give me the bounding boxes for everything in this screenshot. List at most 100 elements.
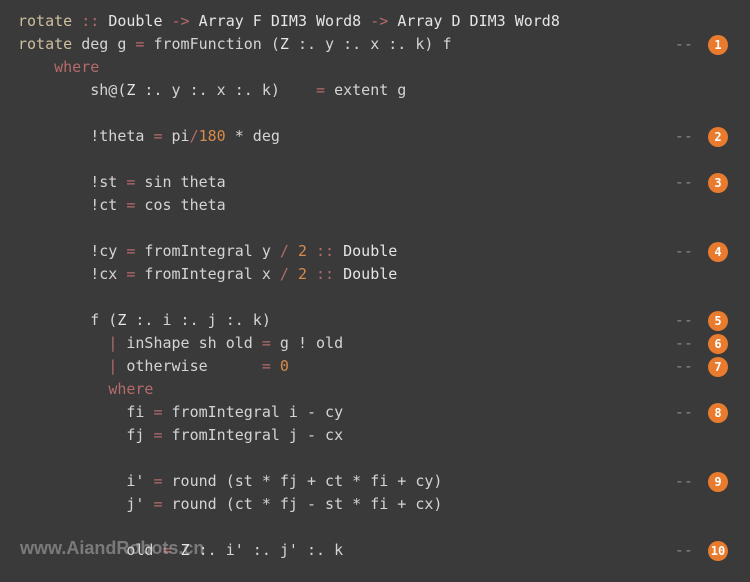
code-line-content: where bbox=[18, 378, 732, 401]
code-token: Double bbox=[343, 242, 397, 260]
code-line: j' = round (ct * fj - st * fi + cx) bbox=[18, 493, 732, 516]
code-line: sh@(Z :. y :. x :. k) = extent g bbox=[18, 79, 732, 102]
code-token: extent g bbox=[325, 81, 406, 99]
code-line: !theta = pi/180 * deg-- 2 bbox=[18, 125, 732, 148]
code-line bbox=[18, 102, 732, 125]
code-token bbox=[172, 541, 181, 559]
code-line bbox=[18, 516, 732, 539]
code-line-content: !cy = fromIntegral y / 2 :: Double bbox=[18, 240, 675, 263]
code-line-content bbox=[18, 516, 732, 539]
code-line: !ct = cos theta bbox=[18, 194, 732, 217]
code-token: sh@( bbox=[18, 81, 126, 99]
annotation-marker: -- 3 bbox=[675, 171, 732, 194]
code-token: 2 bbox=[298, 265, 307, 283]
code-token: fj bbox=[18, 426, 153, 444]
code-token: / bbox=[280, 265, 289, 283]
code-token: cos theta bbox=[135, 196, 225, 214]
code-line bbox=[18, 217, 732, 240]
code-token: = bbox=[262, 334, 271, 352]
code-token: fromIntegral y bbox=[135, 242, 280, 260]
annotation-dash: -- bbox=[675, 355, 702, 378]
code-line: !cy = fromIntegral y / 2 :: Double-- 4 bbox=[18, 240, 732, 263]
annotation-badge: 4 bbox=[708, 242, 728, 262]
code-token bbox=[289, 265, 298, 283]
code-token: Z bbox=[181, 541, 190, 559]
code-token: = bbox=[153, 403, 162, 421]
code-line-content: !cx = fromIntegral x / 2 :: Double bbox=[18, 263, 732, 286]
code-token: -> bbox=[370, 12, 388, 30]
code-token: i' bbox=[18, 472, 153, 490]
code-token: where bbox=[108, 380, 153, 398]
code-token: round (ct * fj - st * fi + cx) bbox=[163, 495, 443, 513]
code-token: otherwise bbox=[117, 357, 262, 375]
code-token: | bbox=[108, 357, 117, 375]
code-token bbox=[18, 334, 108, 352]
code-token: Array D DIM3 Word8 bbox=[397, 12, 560, 30]
code-token: rotate bbox=[18, 35, 72, 53]
code-token: g ! old bbox=[271, 334, 343, 352]
annotation-dash: -- bbox=[675, 125, 702, 148]
code-token: fi bbox=[18, 403, 153, 421]
code-token: -> bbox=[172, 12, 190, 30]
code-token: :. y :. x :. k) bbox=[135, 81, 316, 99]
code-line-content: where bbox=[18, 56, 732, 79]
code-token: :. y :. x :. k) f bbox=[289, 35, 452, 53]
code-token bbox=[18, 219, 27, 237]
code-token: round (st * fj + ct * fi + cy) bbox=[163, 472, 443, 490]
code-line: rotate deg g = fromFunction (Z :. y :. x… bbox=[18, 33, 732, 56]
code-token: :. i' :. j' :. k bbox=[190, 541, 344, 559]
code-token: = bbox=[153, 127, 162, 145]
code-token bbox=[334, 265, 343, 283]
code-token: Double bbox=[108, 12, 162, 30]
code-token: * deg bbox=[226, 127, 280, 145]
code-token: !ct bbox=[18, 196, 126, 214]
code-token: !cx bbox=[18, 265, 126, 283]
code-token: :: bbox=[316, 242, 334, 260]
annotation-dash: -- bbox=[675, 470, 702, 493]
code-line: | otherwise = 0-- 7 bbox=[18, 355, 732, 378]
code-line-content: !st = sin theta bbox=[18, 171, 675, 194]
code-token bbox=[307, 242, 316, 260]
code-token bbox=[18, 104, 27, 122]
code-line-content bbox=[18, 286, 732, 309]
code-token bbox=[18, 449, 27, 467]
annotation-badge: 3 bbox=[708, 173, 728, 193]
code-token: Double bbox=[343, 265, 397, 283]
annotation-badge: 5 bbox=[708, 311, 728, 331]
code-token: 0 bbox=[280, 357, 289, 375]
code-token: !theta bbox=[18, 127, 153, 145]
annotation-dash: -- bbox=[675, 401, 702, 424]
code-token: :. i :. j :. k) bbox=[126, 311, 271, 329]
code-token: 180 bbox=[199, 127, 226, 145]
annotation-badge: 6 bbox=[708, 334, 728, 354]
code-line-content: rotate :: Double -> Array F DIM3 Word8 -… bbox=[18, 10, 732, 33]
code-token: fromIntegral j - cx bbox=[163, 426, 344, 444]
code-token: | bbox=[108, 334, 117, 352]
annotation-dash: -- bbox=[675, 332, 702, 355]
annotation-marker: -- 4 bbox=[675, 240, 732, 263]
code-line-content: !ct = cos theta bbox=[18, 194, 732, 217]
annotation-badge: 7 bbox=[708, 357, 728, 377]
code-token: :: bbox=[81, 12, 99, 30]
code-token: !cy bbox=[18, 242, 126, 260]
code-block: rotate :: Double -> Array F DIM3 Word8 -… bbox=[18, 10, 732, 562]
code-token: fromIntegral x bbox=[135, 265, 280, 283]
annotation-badge: 2 bbox=[708, 127, 728, 147]
annotation-badge: 10 bbox=[708, 541, 728, 561]
code-line: | inShape sh old = g ! old-- 6 bbox=[18, 332, 732, 355]
code-line-content bbox=[18, 148, 732, 171]
code-line: rotate :: Double -> Array F DIM3 Word8 -… bbox=[18, 10, 732, 33]
code-token: = bbox=[153, 472, 162, 490]
code-token: j' bbox=[18, 495, 153, 513]
code-token bbox=[334, 242, 343, 260]
code-line-content: fi = fromIntegral i - cy bbox=[18, 401, 675, 424]
code-token: = bbox=[163, 541, 172, 559]
code-token: f ( bbox=[18, 311, 117, 329]
code-token bbox=[18, 58, 54, 76]
code-line-content: | otherwise = 0 bbox=[18, 355, 675, 378]
code-line-content: j' = round (ct * fj - st * fi + cx) bbox=[18, 493, 732, 516]
code-token: = bbox=[153, 426, 162, 444]
annotation-badge: 8 bbox=[708, 403, 728, 423]
code-line-content: | inShape sh old = g ! old bbox=[18, 332, 675, 355]
code-line-content: rotate deg g = fromFunction (Z :. y :. x… bbox=[18, 33, 675, 56]
